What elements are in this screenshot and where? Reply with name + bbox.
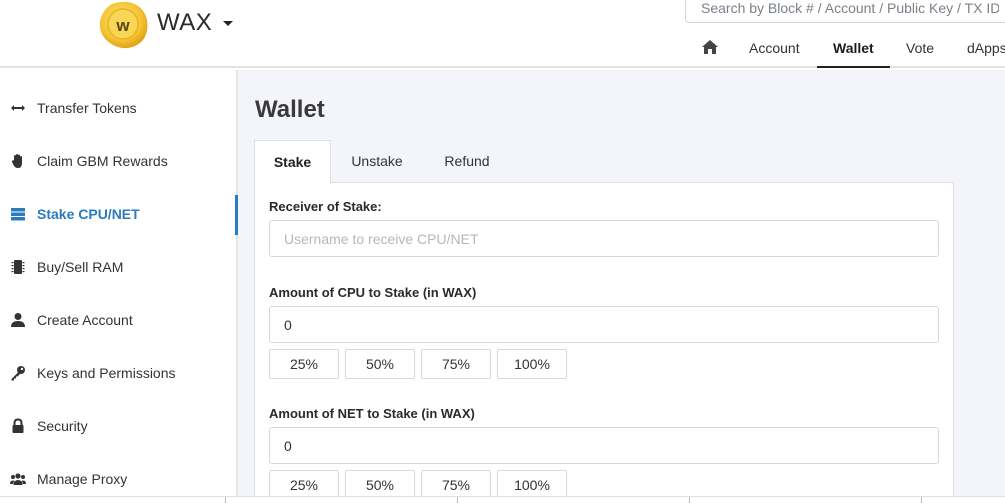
sidebar-item-label: Stake CPU/NET: [37, 205, 140, 222]
search-input[interactable]: [685, 0, 1005, 23]
divider-tick: [921, 497, 922, 503]
sidebar-item-transfer-tokens[interactable]: Transfer Tokens: [0, 81, 236, 134]
bottom-divider: [0, 496, 1005, 503]
receiver-input[interactable]: [269, 220, 939, 257]
sidebar-item-label: Security: [37, 417, 88, 434]
user-icon: [11, 312, 25, 327]
cpu-50-percent-button[interactable]: 50%: [345, 349, 415, 379]
users-icon: [10, 472, 26, 485]
net-amount-label: Amount of NET to Stake (in WAX): [269, 406, 475, 421]
nav-dapps[interactable]: dApps: [967, 40, 1005, 56]
sidebar-item-label: Transfer Tokens: [37, 99, 137, 116]
sidebar-item-label: Create Account: [37, 311, 133, 328]
key-icon: [11, 365, 25, 380]
sidebar: Transfer Tokens Claim GBM Rewards Stake …: [0, 70, 238, 503]
sidebar-item-label: Buy/Sell RAM: [37, 258, 124, 275]
net-amount-input[interactable]: [269, 427, 939, 464]
nav-vote[interactable]: Vote: [906, 40, 934, 56]
top-header: w WAX Account Wallet Vote dApps: [0, 0, 1005, 68]
lock-icon: [12, 417, 24, 433]
receiver-label: Receiver of Stake:: [269, 199, 382, 214]
sidebar-item-label: Keys and Permissions: [37, 364, 176, 381]
nav-account[interactable]: Account: [749, 40, 800, 56]
tab-refund[interactable]: Refund: [432, 140, 502, 183]
tab-unstake[interactable]: Unstake: [336, 140, 418, 183]
divider-tick: [689, 497, 690, 503]
main-content: Wallet Stake Unstake Refund Receiver of …: [238, 70, 1005, 503]
sidebar-item-keys-and-permissions[interactable]: Keys and Permissions: [0, 346, 236, 399]
nav-active-indicator: [817, 66, 890, 68]
sidebar-item-create-account[interactable]: Create Account: [0, 293, 236, 346]
cpu-100-percent-button[interactable]: 100%: [497, 349, 567, 379]
chevron-down-icon[interactable]: [223, 21, 233, 26]
stake-form-panel: Receiver of Stake: Amount of CPU to Stak…: [254, 182, 954, 503]
nav-wallet[interactable]: Wallet: [833, 40, 874, 56]
home-icon[interactable]: [701, 39, 719, 55]
cpu-25-percent-button[interactable]: 25%: [269, 349, 339, 379]
sidebar-item-label: Manage Proxy: [37, 470, 128, 487]
sidebar-item-claim-gbm-rewards[interactable]: Claim GBM Rewards: [0, 134, 236, 187]
tab-stake[interactable]: Stake: [254, 140, 331, 184]
memory-chip-icon: [11, 259, 25, 274]
arrows-horizontal-icon: [11, 104, 25, 111]
sidebar-item-security[interactable]: Security: [0, 399, 236, 452]
divider-tick: [225, 497, 226, 503]
sidebar-item-buy-sell-ram[interactable]: Buy/Sell RAM: [0, 240, 236, 293]
divider-tick: [457, 497, 458, 503]
cpu-amount-label: Amount of CPU to Stake (in WAX): [269, 285, 477, 300]
sidebar-item-stake-cpu-net[interactable]: Stake CPU/NET: [0, 187, 238, 240]
cpu-75-percent-button[interactable]: 75%: [421, 349, 491, 379]
sidebar-item-label: Claim GBM Rewards: [37, 152, 168, 169]
cpu-amount-input[interactable]: [269, 306, 939, 343]
page-title: Wallet: [255, 96, 325, 123]
brand-name[interactable]: WAX: [157, 9, 212, 37]
wax-logo-icon[interactable]: w: [97, 0, 149, 50]
server-icon: [11, 207, 25, 220]
svg-text:w: w: [115, 16, 130, 35]
hand-icon: [11, 153, 22, 168]
